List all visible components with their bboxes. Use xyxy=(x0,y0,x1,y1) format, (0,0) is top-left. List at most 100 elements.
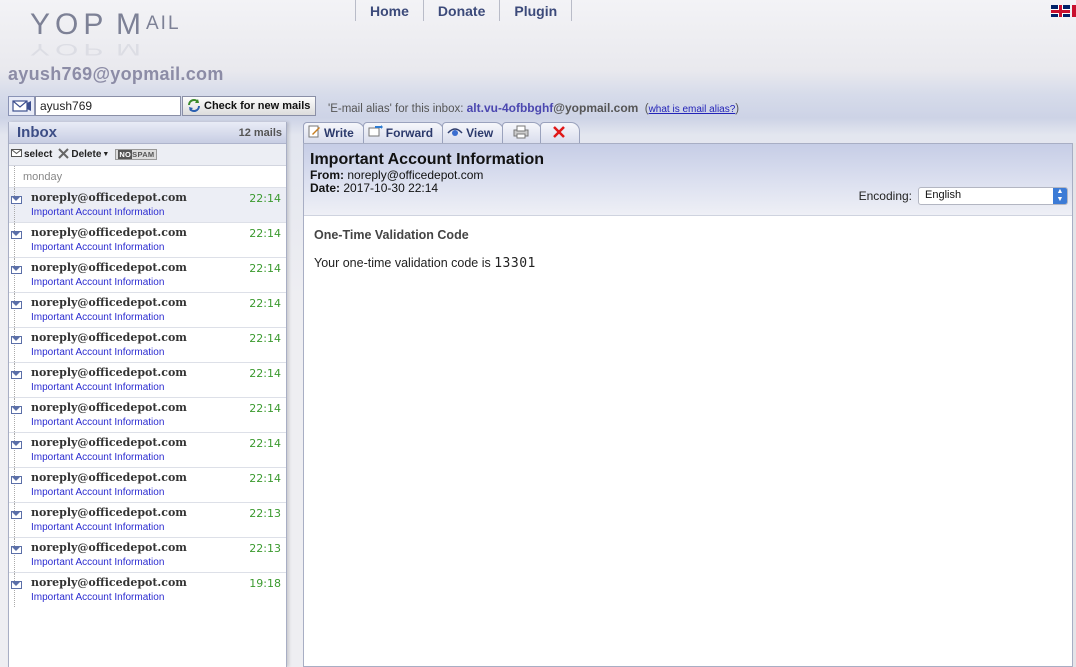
mail-subject[interactable]: Important Account Information xyxy=(31,347,164,358)
tree-line xyxy=(14,363,15,397)
mail-sender: noreply@officedepot.com xyxy=(31,296,187,309)
mail-sender: noreply@officedepot.com xyxy=(31,506,187,519)
from-label: From: xyxy=(310,168,344,182)
tab-view[interactable]: View xyxy=(442,122,505,143)
nav-donate[interactable]: Donate xyxy=(424,0,501,21)
check-mails-button[interactable]: Check for new mails xyxy=(182,96,317,116)
mail-subject[interactable]: Important Account Information xyxy=(31,557,164,568)
tab-delete[interactable] xyxy=(540,122,581,143)
mail-list-item[interactable]: noreply@officedepot.com Important Account… xyxy=(9,222,286,257)
mail-sender: noreply@officedepot.com xyxy=(31,226,187,239)
mail-subject[interactable]: Important Account Information xyxy=(31,522,164,533)
refresh-icon xyxy=(186,98,202,115)
mail-list-item[interactable]: noreply@officedepot.com Important Account… xyxy=(9,257,286,292)
mail-time: 19:18 xyxy=(249,577,281,590)
mail-subject[interactable]: Important Account Information xyxy=(31,207,164,218)
envelope-icon xyxy=(11,511,22,519)
tree-line xyxy=(14,293,15,327)
mail-subject[interactable]: Important Account Information xyxy=(31,452,164,463)
tree-line xyxy=(14,503,15,537)
mail-list-item[interactable]: noreply@officedepot.com Important Account… xyxy=(9,572,286,607)
mail-time: 22:14 xyxy=(249,402,281,415)
body-text-lead: Your one-time validation code is xyxy=(314,256,491,270)
svg-text:YOP: YOP xyxy=(30,40,108,58)
envelope-icon xyxy=(11,406,22,414)
tree-line xyxy=(14,433,15,467)
mail-list-item[interactable]: noreply@officedepot.com Important Account… xyxy=(9,432,286,467)
tree-line xyxy=(14,538,15,572)
top-nav: Home Donate Plugin xyxy=(355,0,573,21)
nospam-spam: SPAM xyxy=(132,150,155,159)
mail-sender: noreply@officedepot.com xyxy=(31,366,187,379)
mail-sender: noreply@officedepot.com xyxy=(31,261,187,274)
envelope-icon xyxy=(11,301,22,309)
inbox-panel: Inbox 12 mails select Delete ▼ NOSPAM mo… xyxy=(8,122,287,667)
mail-list-item[interactable]: noreply@officedepot.com Important Account… xyxy=(9,467,286,502)
fr-flag-icon[interactable] xyxy=(1072,5,1076,17)
mail-list-item[interactable]: noreply@officedepot.com Important Account… xyxy=(9,537,286,572)
tree-line xyxy=(14,188,15,222)
tree-line xyxy=(14,573,15,607)
mail-list-item[interactable]: noreply@officedepot.com Important Account… xyxy=(9,187,286,222)
printer-icon xyxy=(513,125,529,142)
mail-time: 22:13 xyxy=(249,542,281,555)
select-button[interactable]: select xyxy=(11,148,52,161)
inbox-header: Inbox 12 mails xyxy=(9,122,286,144)
mail-subject[interactable]: Important Account Information xyxy=(31,592,164,603)
message-subject: Important Account Information xyxy=(310,151,545,168)
tab-view-label: View xyxy=(466,126,494,140)
message-body: One-Time Validation Code Your one-time v… xyxy=(304,216,1072,283)
mail-list-item[interactable]: noreply@officedepot.com Important Account… xyxy=(9,292,286,327)
mailbox-title: ayush769@yopmail.com xyxy=(8,64,224,84)
alias-name: alt.vu-4ofbbghf xyxy=(466,101,554,115)
mail-subject[interactable]: Important Account Information xyxy=(31,312,164,323)
mail-time: 22:14 xyxy=(249,227,281,240)
eye-icon xyxy=(447,126,463,141)
body-heading: One-Time Validation Code xyxy=(314,228,469,242)
mail-subject[interactable]: Important Account Information xyxy=(31,487,164,498)
mail-list: noreply@officedepot.com Important Account… xyxy=(9,187,286,607)
tree-line xyxy=(14,468,15,502)
svg-text:M: M xyxy=(116,8,141,41)
alias-line: 'E-mail alias' for this inbox: alt.vu-4o… xyxy=(328,101,740,115)
mail-subject[interactable]: Important Account Information xyxy=(31,242,164,253)
encoding-select[interactable]: English ▲ ▼ xyxy=(918,187,1068,205)
body-text: Your one-time validation code is 13301 xyxy=(314,256,1062,271)
alias-domain: @yopmail.com xyxy=(553,101,639,115)
mail-subject[interactable]: Important Account Information xyxy=(31,382,164,393)
login-row: Check for new mails xyxy=(8,96,317,116)
mail-list-item[interactable]: noreply@officedepot.com Important Account… xyxy=(9,327,286,362)
chevron-down-icon: ▼ xyxy=(102,151,110,158)
alias-help-link[interactable]: what is email alias? xyxy=(649,104,736,115)
nav-plugin[interactable]: Plugin xyxy=(500,0,573,21)
mail-list-item[interactable]: noreply@officedepot.com Important Account… xyxy=(9,502,286,537)
alias-label: 'E-mail alias' for this inbox: xyxy=(328,103,464,115)
yopmail-logo[interactable]: YOP M AIL YOP M xyxy=(30,4,205,64)
mail-subject[interactable]: Important Account Information xyxy=(31,277,164,288)
mail-sender: noreply@officedepot.com xyxy=(31,401,187,414)
tab-forward[interactable]: Forward xyxy=(362,122,445,143)
close-icon xyxy=(553,125,566,141)
mail-sender: noreply@officedepot.com xyxy=(31,331,187,344)
delete-button[interactable]: Delete ▼ xyxy=(58,147,110,162)
login-input[interactable] xyxy=(35,96,181,116)
mail-sender: noreply@officedepot.com xyxy=(31,191,187,204)
envelope-icon xyxy=(11,148,23,161)
day-group-label: monday xyxy=(14,166,286,187)
uk-flag-icon[interactable] xyxy=(1051,5,1070,17)
date-value: 2017-10-30 22:14 xyxy=(343,181,439,195)
nospam-badge[interactable]: NOSPAM xyxy=(115,149,158,160)
mail-list-item[interactable]: noreply@officedepot.com Important Account… xyxy=(9,397,286,432)
svg-text:M: M xyxy=(116,40,141,58)
tab-forward-label: Forward xyxy=(385,126,434,140)
nav-home[interactable]: Home xyxy=(356,0,424,21)
mail-list-item[interactable]: noreply@officedepot.com Important Account… xyxy=(9,362,286,397)
delete-label: Delete xyxy=(71,149,102,160)
tab-print[interactable] xyxy=(502,122,543,143)
delete-icon xyxy=(58,147,70,162)
mail-subject[interactable]: Important Account Information xyxy=(31,417,164,428)
from-value: noreply@officedepot.com xyxy=(347,168,484,182)
message-header: Important Account Information From: nore… xyxy=(304,144,1072,216)
tab-write[interactable]: Write xyxy=(303,122,365,143)
mailbox-icon[interactable] xyxy=(8,96,35,116)
